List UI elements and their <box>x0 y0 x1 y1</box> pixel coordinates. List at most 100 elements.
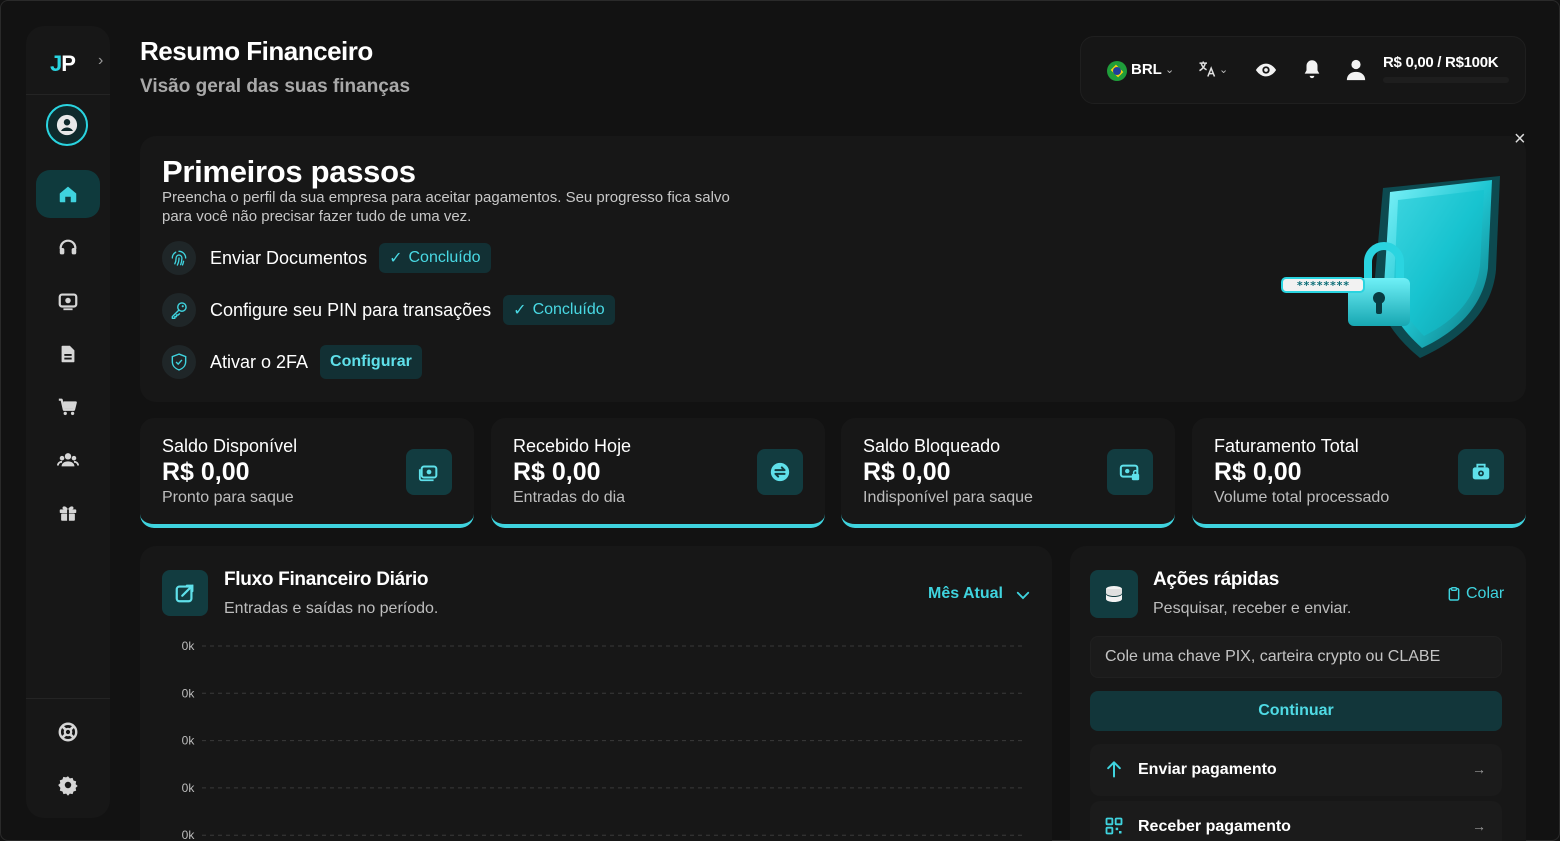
bell-icon <box>1304 60 1320 79</box>
brazil-flag-icon <box>1107 61 1127 81</box>
check-icon: ✓ <box>389 250 403 267</box>
security-shield-illustration: ******** <box>1281 176 1500 358</box>
home-icon <box>59 186 77 203</box>
notifications-button[interactable] <box>1301 58 1323 85</box>
app-logo[interactable]: JP <box>50 46 86 82</box>
coin-stack-icon <box>1090 570 1138 618</box>
stat-value: R$ 0,00 <box>1214 458 1302 486</box>
top-toolbar: BRL ⌄ ⌄ R$ 0,00 / R$100K <box>1080 36 1526 104</box>
user-circle-icon <box>56 114 78 136</box>
y-tick-label: 0k <box>182 734 196 748</box>
y-tick-label: 0k <box>182 781 196 795</box>
step-label: Configure seu PIN para transações <box>210 299 492 320</box>
arrow-up-icon <box>1107 761 1121 778</box>
quick-actions-subtitle: Pesquisar, receber e enviar. <box>1153 600 1352 617</box>
stat-card-available-balance: Saldo Disponível R$ 0,00 Pronto para saq… <box>140 418 474 528</box>
y-tick-label: 0k <box>182 828 196 841</box>
quick-actions-title: Ações rápidas <box>1153 569 1279 590</box>
translate-icon <box>1199 61 1216 77</box>
user-avatar[interactable] <box>46 104 88 146</box>
language-selector[interactable] <box>1197 59 1217 84</box>
sidebar-item-payments[interactable] <box>36 277 100 325</box>
onboarding-step-2fa: Ativar o 2FA Configurar <box>162 344 422 380</box>
receive-payment-row[interactable]: Receber pagamento → <box>1090 801 1502 841</box>
close-button[interactable]: × <box>1514 128 1526 151</box>
lifebuoy-icon <box>58 722 78 742</box>
step-label: Enviar Documentos <box>210 247 368 268</box>
fingerprint-icon <box>162 241 196 275</box>
document-icon <box>61 345 75 363</box>
onboarding-step-documents: Enviar Documentos ✓ Concluído <box>162 240 491 276</box>
key-icon <box>162 293 196 327</box>
page-title: Resumo Financeiro <box>140 36 373 66</box>
sidebar-item-settings[interactable] <box>36 761 100 809</box>
stat-card-total-revenue: Faturamento Total R$ 0,00 Volume total p… <box>1192 418 1526 528</box>
check-icon: ✓ <box>513 302 527 319</box>
stat-card-received-today: Recebido Hoje R$ 0,00 Entradas do dia <box>491 418 825 528</box>
pix-key-input[interactable] <box>1090 636 1502 678</box>
locked-money-icon <box>1107 449 1153 495</box>
sidebar-item-support[interactable] <box>36 224 100 272</box>
sidebar-item-documents[interactable] <box>36 330 100 378</box>
eye-icon <box>1255 63 1277 77</box>
stat-title: Faturamento Total <box>1214 436 1359 456</box>
stat-subtitle: Volume total processado <box>1214 489 1390 506</box>
safe-icon <box>1458 449 1504 495</box>
qr-code-icon <box>1105 817 1123 835</box>
status-badge: ✓ Concluído <box>379 243 491 273</box>
gift-icon <box>59 506 77 522</box>
stat-subtitle: Pronto para saque <box>162 489 294 506</box>
sidebar-item-rewards[interactable] <box>36 489 100 537</box>
sidebar-item-help[interactable] <box>36 708 100 756</box>
onboarding-description: Preencha o perfil da sua empresa para ac… <box>162 189 730 225</box>
arrow-right-icon: → <box>1472 818 1486 834</box>
onboarding-step-pin: Configure seu PIN para transações ✓ Concl… <box>162 292 615 328</box>
continue-button[interactable]: Continuar <box>1090 691 1502 731</box>
send-payment-row[interactable]: Enviar pagamento → <box>1090 744 1502 796</box>
sidebar-toggle-chevron-icon[interactable]: › <box>98 52 103 70</box>
clipboard-icon <box>1448 587 1460 601</box>
wallet-icon <box>406 449 452 495</box>
paste-label: Colar <box>1466 585 1505 602</box>
status-badge-label: Concluído <box>408 249 481 266</box>
users-icon <box>57 453 79 467</box>
stat-value: R$ 0,00 <box>863 458 951 486</box>
gear-icon <box>58 776 78 796</box>
quick-actions-card: Ações rápidas Pesquisar, receber e envia… <box>1070 546 1526 841</box>
shield-check-icon <box>162 345 196 379</box>
password-mask: ******** <box>1297 279 1350 292</box>
stat-title: Recebido Hoje <box>513 436 632 456</box>
sidebar-item-store[interactable] <box>36 383 100 431</box>
sidebar-divider-bottom <box>26 698 110 699</box>
configure-2fa-button[interactable]: Configurar <box>320 345 422 379</box>
toggle-visibility-button[interactable] <box>1255 59 1277 86</box>
cart-icon <box>58 398 77 416</box>
currency-selector[interactable]: BRL <box>1131 61 1162 78</box>
send-payment-label: Enviar pagamento <box>1138 761 1277 778</box>
page-subtitle: Visão geral das suas finanças <box>140 76 411 97</box>
sidebar-item-team[interactable] <box>36 436 100 484</box>
status-badge-label: Concluído <box>532 301 605 318</box>
money-scan-icon <box>58 293 78 311</box>
sidebar-divider <box>26 94 110 95</box>
sidebar: JP › <box>26 26 110 818</box>
stat-title: Saldo Bloqueado <box>863 436 1001 456</box>
sidebar-item-home[interactable] <box>36 170 100 218</box>
step-label: Ativar o 2FA <box>210 351 309 372</box>
limit-progress-bar <box>1383 77 1509 83</box>
stat-title: Saldo Disponível <box>162 436 298 456</box>
chevron-down-icon[interactable]: ⌄ <box>1165 63 1174 76</box>
exchange-icon <box>757 449 803 495</box>
stat-subtitle: Indisponível para saque <box>863 489 1033 506</box>
chevron-down-icon[interactable]: ⌄ <box>1219 63 1228 76</box>
onboarding-title: Primeiros passos <box>162 154 416 189</box>
onboarding-card: × Primeiros passos Preencha o perfil da … <box>140 128 1526 402</box>
stat-subtitle: Entradas do dia <box>513 489 626 506</box>
paste-button[interactable]: Colar <box>1446 585 1504 603</box>
stat-value: R$ 0,00 <box>162 458 250 486</box>
y-tick-label: 0k <box>182 686 196 700</box>
account-button[interactable] <box>1345 58 1367 87</box>
receive-payment-label: Receber pagamento <box>1138 818 1291 835</box>
cash-flow-chart-card: Fluxo Financeiro Diário Entradas e saída… <box>140 546 1052 841</box>
cash-flow-chart: 0k 0k 0k 0k 0k <box>182 639 1024 841</box>
